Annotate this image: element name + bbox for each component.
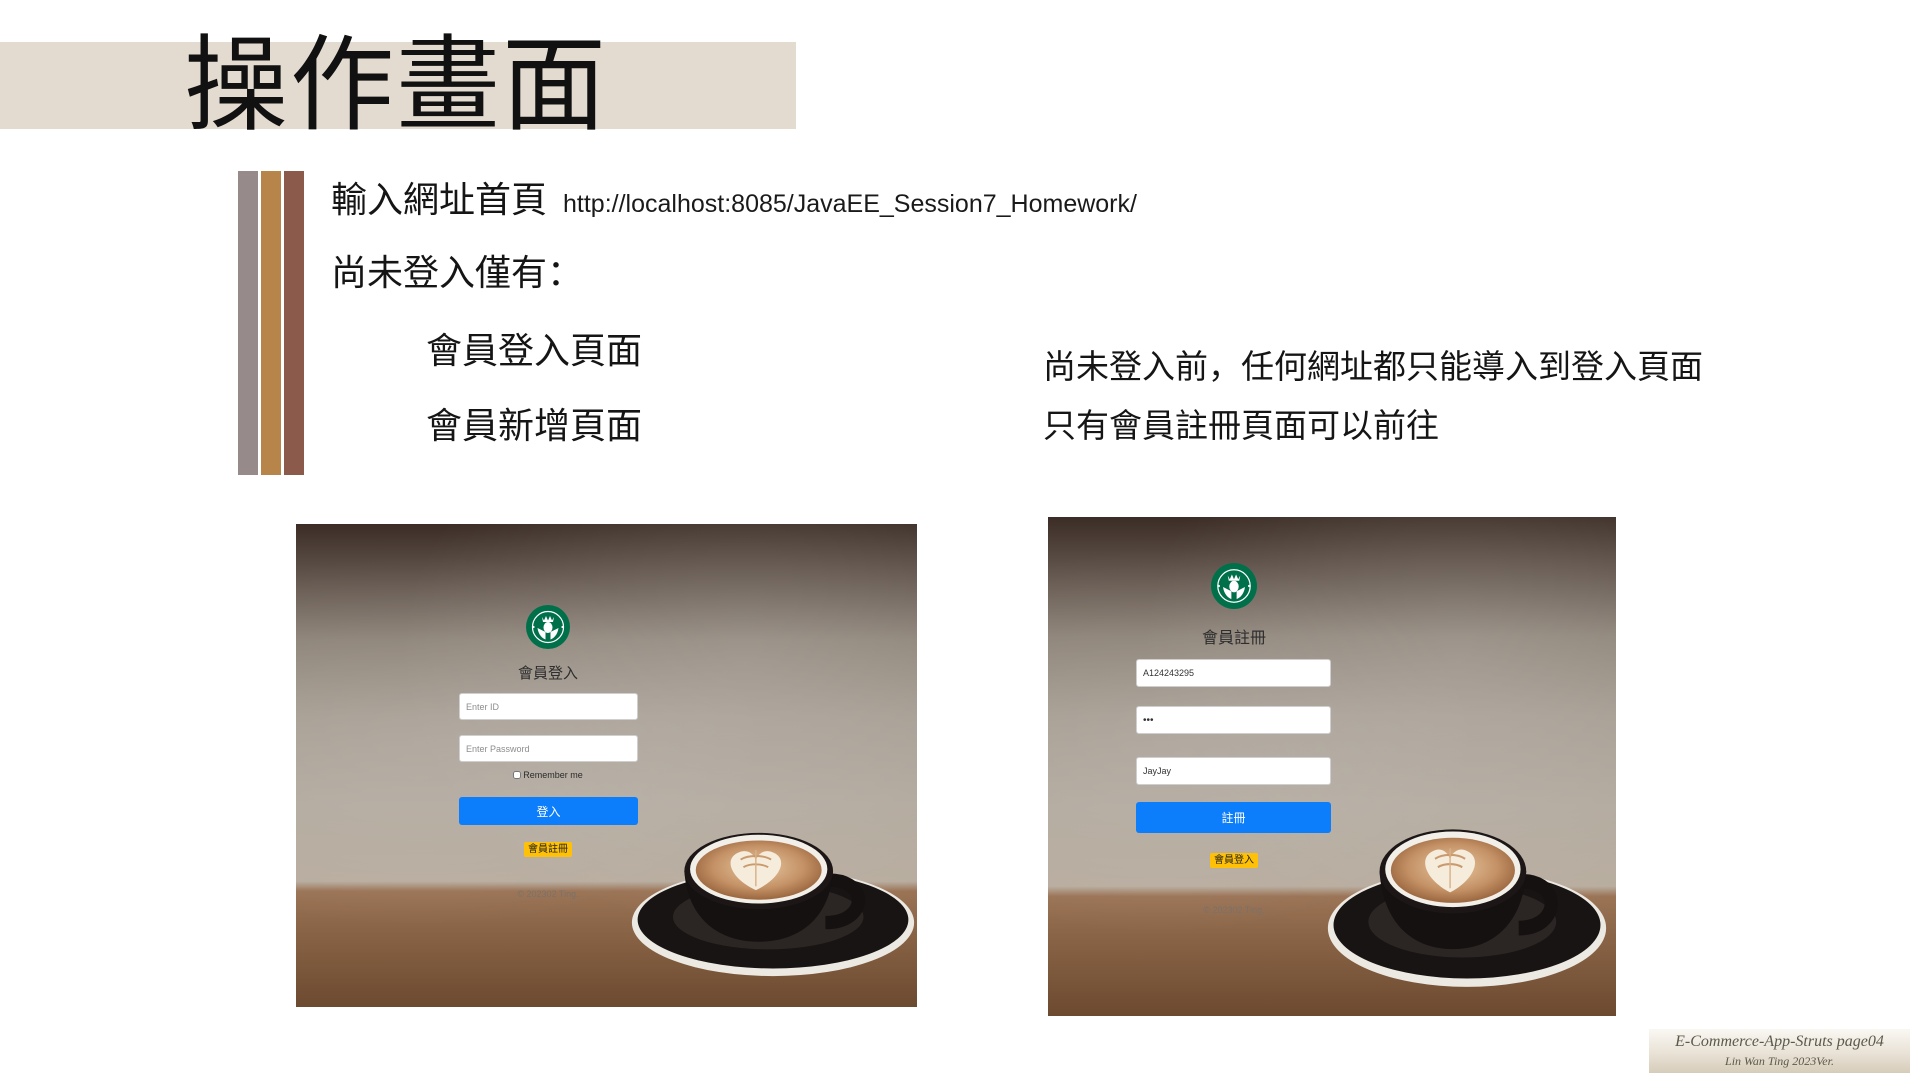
footer-project-page: E-Commerce-App-Struts page04	[1675, 1033, 1884, 1050]
login-link[interactable]: 會員登入	[1210, 853, 1258, 868]
register-link[interactable]: 會員註冊	[524, 842, 572, 857]
not-logged-in-heading: 尚未登入僅有：	[331, 253, 584, 294]
accent-bar-gray	[238, 171, 258, 475]
remember-me-row: Remember me	[448, 769, 648, 781]
login-link-row: 會員登入	[1134, 853, 1334, 868]
note-line-redirect: 尚未登入前，任何網址都只能導入到登入頁面	[1043, 347, 1703, 386]
list-item-login-page: 會員登入頁面	[426, 331, 643, 372]
register-page-screenshot: 會員註冊 註冊 會員登入 © 202302 Ting.	[1048, 517, 1616, 1016]
coffee-cup-image	[1327, 829, 1607, 987]
homepage-url-line: 輸入網址首頁 http://localhost:8085/JavaEE_Sess…	[331, 179, 1137, 222]
remember-me-checkbox[interactable]	[513, 771, 522, 779]
list-item-register-page: 會員新增頁面	[426, 406, 643, 447]
login-submit-button[interactable]: 登入	[459, 797, 638, 825]
login-id-input[interactable]	[459, 693, 638, 720]
register-password-input[interactable]	[1136, 706, 1331, 734]
coffee-cup-image	[631, 832, 915, 977]
note-line-register-only: 只有會員註冊頁面可以前往	[1043, 406, 1439, 445]
register-name-input[interactable]	[1136, 757, 1331, 785]
slide-footer: E-Commerce-App-Struts page04 Lin Wan Tin…	[1649, 1029, 1910, 1073]
register-link-row: 會員註冊	[448, 842, 648, 857]
slide-title: 操作畫面	[184, 24, 609, 146]
register-id-input[interactable]	[1136, 659, 1331, 687]
starbucks-logo	[1211, 563, 1257, 609]
register-copyright: © 202302 Ting.	[1203, 905, 1265, 915]
login-copyright: © 202302 Ting.	[517, 889, 579, 899]
starbucks-logo	[526, 605, 570, 649]
accent-bar-brown	[284, 171, 304, 475]
remember-me-label: Remember me	[523, 770, 583, 780]
login-password-input[interactable]	[459, 735, 638, 762]
homepage-url: http://localhost:8085/JavaEE_Session7_Ho…	[563, 190, 1137, 218]
footer-author: Lin Wan Ting 2023Ver.	[1725, 1054, 1834, 1068]
login-page-screenshot: 會員登入 Remember me 登入 會員註冊 © 202302 Ting.	[296, 524, 917, 1007]
homepage-url-label: 輸入網址首頁	[331, 180, 548, 221]
register-submit-button[interactable]: 註冊	[1136, 802, 1331, 833]
register-heading: 會員註冊	[1201, 628, 1266, 647]
accent-bar-gold	[261, 171, 281, 475]
login-heading: 會員登入	[517, 664, 578, 682]
